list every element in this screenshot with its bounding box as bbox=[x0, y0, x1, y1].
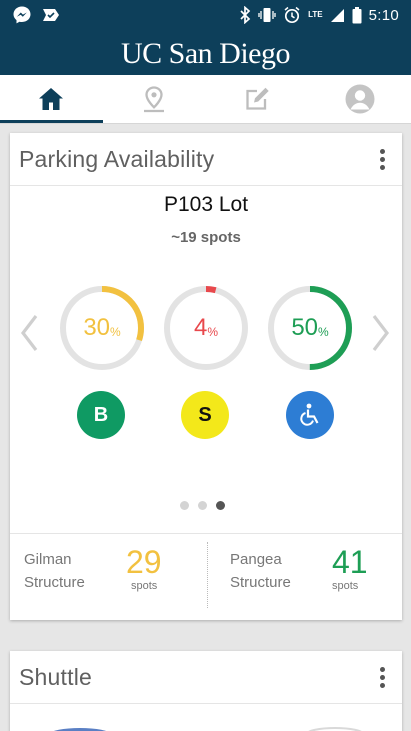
status-bar: LTE 5:10 bbox=[0, 0, 411, 30]
clock: 5:10 bbox=[368, 6, 399, 24]
lot-name: P103 Lot bbox=[163, 193, 249, 216]
shuttle-card-header: Shuttle bbox=[10, 651, 402, 704]
structure-unit: spots bbox=[332, 580, 359, 592]
app-logo-title: UC San Diego bbox=[121, 36, 291, 70]
wheelchair-icon bbox=[300, 403, 319, 426]
structure-gilman[interactable]: Gilman Structure 29 spots bbox=[10, 534, 207, 621]
chevron-right-icon[interactable] bbox=[370, 313, 392, 353]
gauge-accessible: 50% bbox=[265, 283, 355, 373]
lot-spots: ~19 spots bbox=[171, 229, 241, 246]
structure-count: 41 bbox=[332, 544, 368, 580]
chevron-left-icon[interactable] bbox=[18, 313, 40, 353]
app-header: UC San Diego bbox=[0, 30, 411, 75]
parking-card-title: Parking Availability bbox=[19, 145, 215, 172]
permit-badge-s: S bbox=[181, 391, 229, 439]
notification-icons bbox=[12, 5, 61, 25]
structure-name: Gilman Structure bbox=[24, 551, 85, 591]
page-dot[interactable] bbox=[198, 501, 207, 510]
more-options-icon[interactable] bbox=[370, 662, 394, 692]
gauge-b-permit: 30% bbox=[57, 283, 147, 373]
signal-icon bbox=[330, 8, 344, 22]
shuttle-content bbox=[10, 703, 402, 731]
gauge-value: 4% bbox=[193, 314, 219, 341]
structure-count: 29 bbox=[126, 544, 162, 580]
battery-icon bbox=[352, 6, 362, 23]
edit-icon bbox=[246, 87, 269, 110]
network-type: LTE bbox=[308, 10, 323, 19]
structure-unit: spots bbox=[131, 580, 158, 592]
gauge-value: 30% bbox=[83, 314, 121, 341]
system-icons: LTE 5:10 bbox=[239, 6, 399, 24]
page-dot-active[interactable] bbox=[216, 501, 225, 510]
structure-summary: Gilman Structure 29 spots Pangea Structure… bbox=[10, 533, 402, 620]
alarm-icon bbox=[284, 6, 300, 24]
inbox-icon bbox=[43, 9, 59, 21]
profile-icon bbox=[345, 84, 375, 114]
parking-card-header: Parking Availability bbox=[10, 133, 402, 186]
more-options-icon[interactable] bbox=[370, 144, 394, 174]
vibrate-icon bbox=[258, 8, 276, 22]
tab-map[interactable] bbox=[103, 75, 206, 123]
permit-badge-accessible bbox=[286, 391, 334, 439]
tab-bar bbox=[0, 75, 411, 124]
gauge-value: 50% bbox=[291, 314, 329, 341]
home-icon bbox=[39, 88, 64, 110]
map-pin-icon bbox=[144, 86, 165, 113]
structure-name: Pangea Structure bbox=[230, 551, 291, 591]
tab-profile[interactable] bbox=[308, 75, 411, 123]
structure-pangea[interactable]: Pangea Structure 41 spots bbox=[208, 534, 402, 621]
messenger-icon bbox=[13, 6, 31, 24]
permit-badge-b: B bbox=[77, 391, 125, 439]
tab-home[interactable] bbox=[0, 75, 103, 123]
page-dot[interactable] bbox=[180, 501, 189, 510]
page-indicator bbox=[180, 501, 225, 510]
shuttle-card-title: Shuttle bbox=[19, 663, 93, 690]
parking-card: Parking Availability P103 Lot ~19 spots … bbox=[10, 133, 402, 620]
gauge-s-permit: 4% bbox=[161, 283, 251, 373]
bluetooth-icon bbox=[240, 6, 251, 24]
tab-feedback[interactable] bbox=[206, 75, 309, 123]
shuttle-card: Shuttle bbox=[10, 651, 402, 731]
